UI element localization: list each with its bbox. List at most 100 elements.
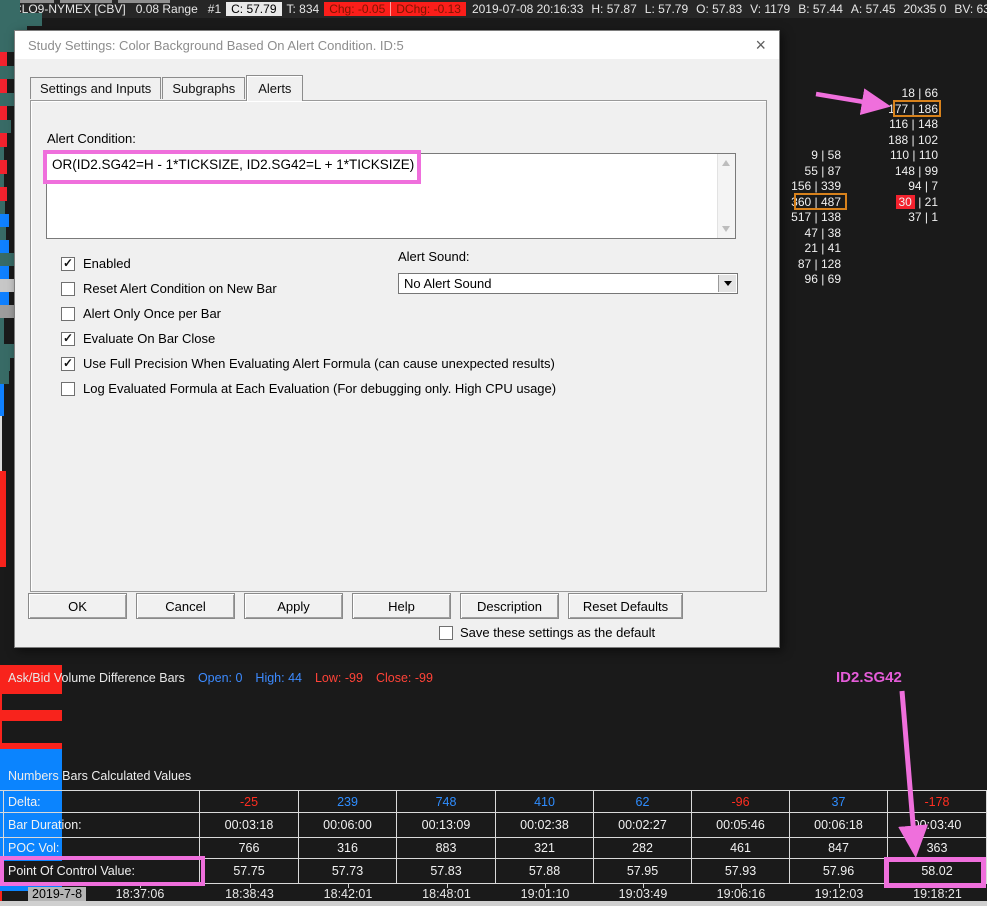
apply-button[interactable]: Apply xyxy=(244,593,343,619)
blue-edge-strip xyxy=(0,384,4,400)
table-title: Numbers Bars Calculated Values xyxy=(8,769,192,783)
tab-settings-and-inputs[interactable]: Settings and Inputs xyxy=(30,77,162,99)
study-settings-dialog: Study Settings: Color Background Based O… xyxy=(14,30,780,648)
alert-background-cell xyxy=(0,555,6,567)
table-cell: 62 xyxy=(594,791,692,812)
alert-sound-label: Alert Sound: xyxy=(398,249,470,264)
checkbox[interactable] xyxy=(439,625,453,640)
alert-background-cell xyxy=(0,507,6,519)
scroll-down-icon[interactable] xyxy=(722,226,730,232)
chart-title: Ask/Bid Volume Difference Bars xyxy=(8,671,185,685)
help-button[interactable]: Help xyxy=(352,593,451,619)
table-cell: 321 xyxy=(496,838,594,858)
volume-bar xyxy=(0,331,4,344)
orange-highlight-box xyxy=(893,100,941,117)
table-cell: 461 xyxy=(692,838,790,858)
alert-condition-textarea[interactable]: OR(ID2.SG42=H - 1*TICKSIZE, ID2.SG42=L +… xyxy=(46,153,736,239)
chart-header: Ask/Bid Volume Difference Bars Open: 0 H… xyxy=(8,671,433,685)
dialog-title-bar[interactable]: Study Settings: Color Background Based O… xyxy=(15,31,779,59)
time-label: 18:38:43 xyxy=(225,887,274,901)
close-value: Close: -99 xyxy=(375,671,433,685)
table-cell: 00:02:38 xyxy=(496,813,594,837)
bid-ask-volume: 148 | 99 xyxy=(894,163,938,178)
table-cell: 57.83 xyxy=(397,859,496,883)
save-default-checkbox-row[interactable]: Save these settings as the default xyxy=(439,625,655,640)
alert-sound-select[interactable]: No Alert Sound xyxy=(398,273,738,294)
bid-ask-volume: 18 | 66 xyxy=(901,86,938,100)
table-cell: 847 xyxy=(790,838,888,858)
volume-bar xyxy=(0,358,10,371)
bid-ask-volume: 517 | 138 xyxy=(791,210,841,224)
checkbox-row[interactable]: ✓ Evaluate On Bar Close xyxy=(61,326,751,351)
time-label: 18:42:01 xyxy=(323,887,373,901)
cancel-button[interactable]: Cancel xyxy=(136,593,235,619)
textarea-scrollbar[interactable] xyxy=(717,154,735,238)
calculated-values-table: Delta: -25 239 748 410 62 -96 37 -178 Bar Duratio… xyxy=(0,790,987,884)
table-row: POC Vol: 766 316 883 321 282 461 847 363 xyxy=(0,837,987,858)
bid-ask-volume: 156 | 339 xyxy=(791,179,841,193)
tab-subgraphs[interactable]: Subgraphs xyxy=(162,77,246,99)
table-cell: 57.75 xyxy=(200,859,299,883)
checkbox[interactable]: ✓ xyxy=(61,356,75,371)
checkbox[interactable]: ✓ xyxy=(61,331,75,346)
checkbox-row[interactable]: ✓ Use Full Precision When Evaluating Aler… xyxy=(61,351,751,376)
time-axis: 18:37:06 18:38:43 18:42:01 18:48:01 19:01:10… xyxy=(0,884,987,901)
reset-defaults-button[interactable]: Reset Defaults xyxy=(568,593,683,619)
alerts-tab-panel: Alert Condition: OR(ID2.SG42=H - 1*TICKS… xyxy=(30,100,767,592)
table-cell: 410 xyxy=(496,791,594,812)
table-cell: 00:06:18 xyxy=(790,813,888,837)
red-strip xyxy=(0,133,7,147)
open-value: Open: 0 xyxy=(197,671,243,685)
table-cell: 00:13:09 xyxy=(397,813,496,837)
dialog-tabs: Settings and Inputs Subgraphs Alerts xyxy=(30,75,304,101)
time-label: 19:12:03 xyxy=(814,887,864,901)
volume-bar xyxy=(0,13,42,26)
checkbox-row[interactable]: Alert Only Once per Bar xyxy=(61,301,751,326)
table-cell: 748 xyxy=(397,791,496,812)
time-label: 19:06:16 xyxy=(716,887,766,901)
table-cell: -25 xyxy=(200,791,299,812)
save-default-label: Save these settings as the default xyxy=(460,625,656,640)
time-label: 19:03:49 xyxy=(618,887,668,901)
volume-bar xyxy=(0,0,20,13)
description-button[interactable]: Description xyxy=(460,593,559,619)
alert-background-cell xyxy=(0,519,6,531)
red-strip xyxy=(0,187,7,201)
checkbox[interactable] xyxy=(61,306,75,321)
tab-alerts[interactable]: Alerts xyxy=(246,75,304,101)
row-label: POC Vol: xyxy=(3,838,200,858)
checkbox[interactable]: ✓ xyxy=(61,256,75,271)
bid-ask-volume: 116 | 148 xyxy=(889,117,938,131)
chart-bar xyxy=(0,749,62,767)
bid-ask-volume: 96 | 69 xyxy=(804,272,841,286)
close-icon[interactable]: × xyxy=(755,36,766,54)
bottom-scrollbar[interactable] xyxy=(0,901,987,906)
bar-wick xyxy=(0,721,2,743)
bid-ask-volume: 188 | 102 xyxy=(888,132,938,147)
checkbox-label: Evaluate On Bar Close xyxy=(83,331,216,346)
checkbox[interactable] xyxy=(61,281,75,296)
table-cell: 00:03:18 xyxy=(200,813,299,837)
blue-strip xyxy=(0,240,9,253)
table-cell: 00:05:46 xyxy=(692,813,790,837)
date-chip: 2019-7-8 xyxy=(28,887,87,901)
time-label: 18:37:06 xyxy=(115,887,165,901)
checkbox-label: Enabled xyxy=(83,256,131,271)
table-row: Delta: -25 239 748 410 62 -96 37 -178 xyxy=(0,790,987,812)
table-cell: 883 xyxy=(397,838,496,858)
checkbox-row[interactable]: Log Evaluated Formula at Each Evaluation… xyxy=(61,376,751,401)
dropdown-arrow-icon[interactable] xyxy=(718,275,736,292)
checkbox[interactable] xyxy=(61,381,75,396)
scroll-up-icon[interactable] xyxy=(722,160,730,166)
table-cell: 316 xyxy=(299,838,397,858)
checkbox-label: Reset Alert Condition on New Bar xyxy=(83,281,277,296)
high-value: High: 44 xyxy=(255,671,302,685)
table-cell: 282 xyxy=(594,838,692,858)
table-cell: 57.73 xyxy=(299,859,397,883)
bid-ask-volume: 9 | 58 xyxy=(811,148,841,162)
red-strip xyxy=(0,79,7,93)
ok-button[interactable]: OK xyxy=(28,593,127,619)
bar-wick xyxy=(0,694,2,710)
checkbox-label: Log Evaluated Formula at Each Evaluation… xyxy=(83,381,557,396)
table-cell: 57.93 xyxy=(692,859,790,883)
